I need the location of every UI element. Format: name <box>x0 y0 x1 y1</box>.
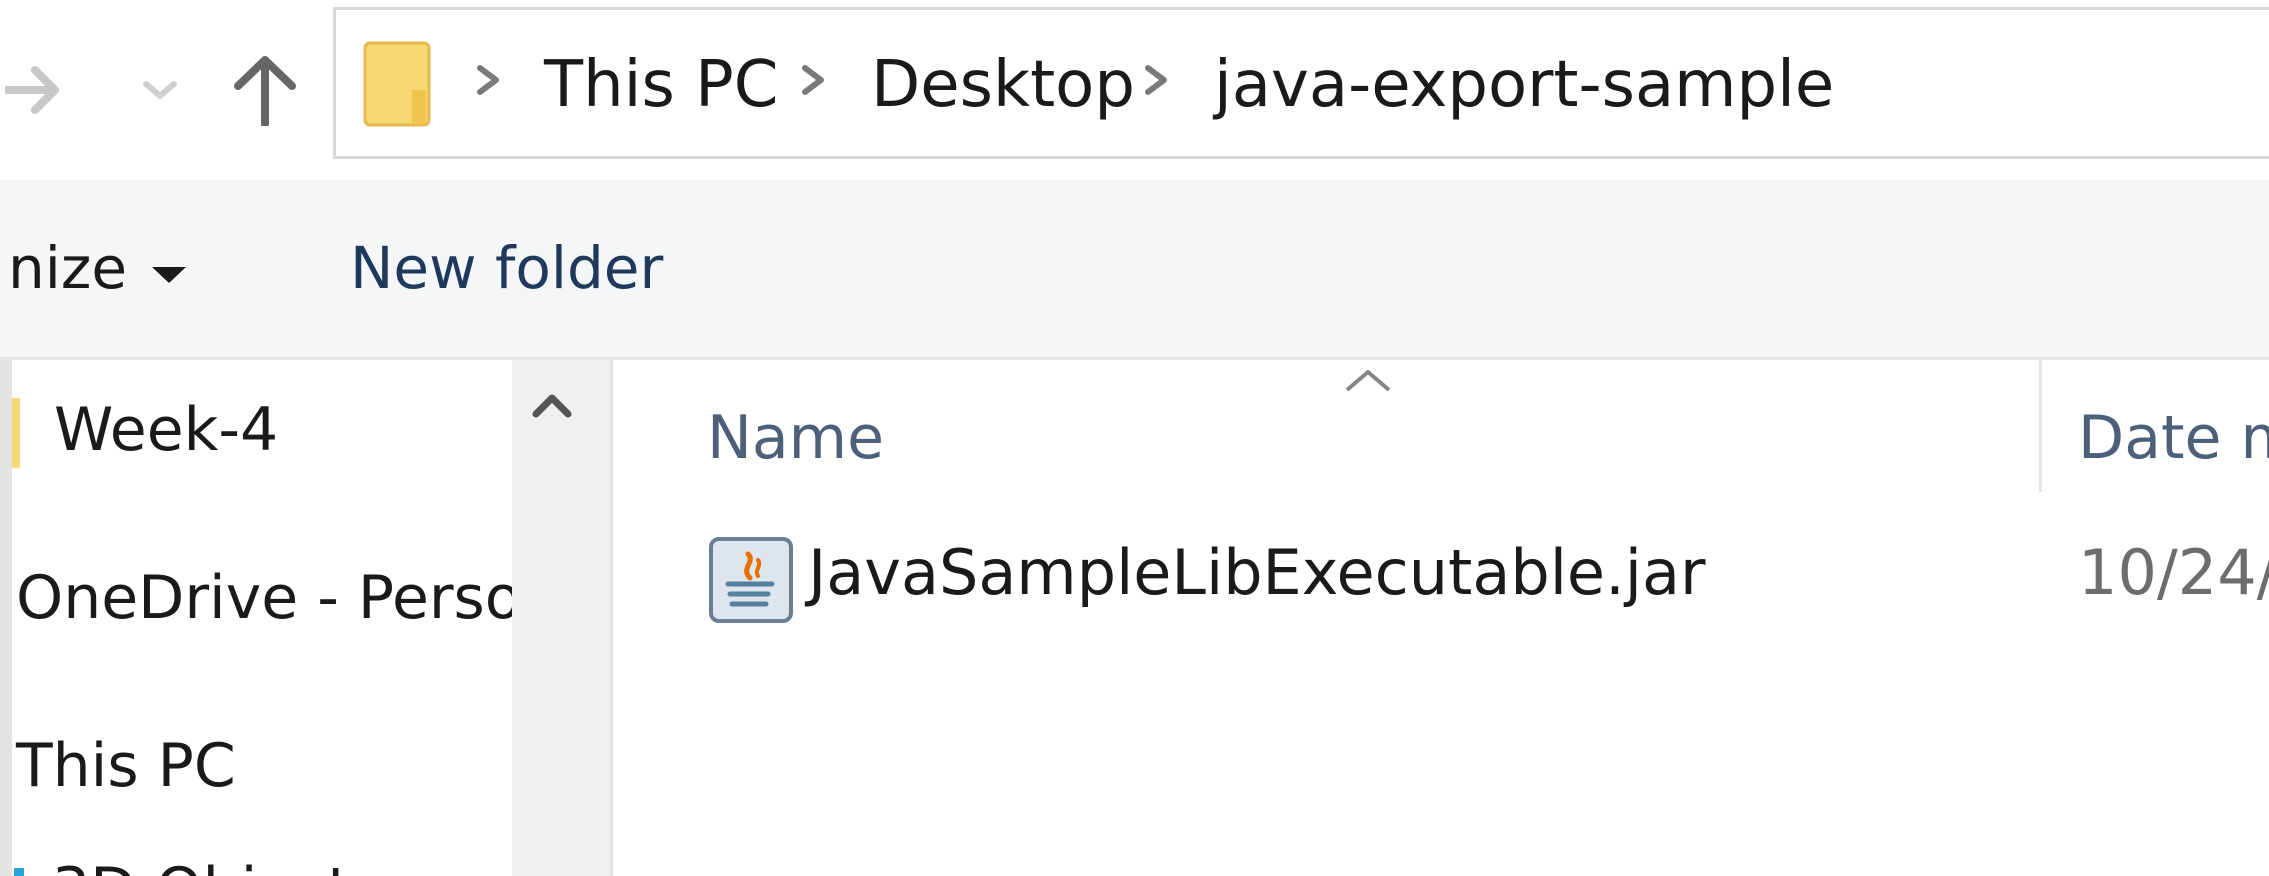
navigation-pane: Week-4 OneDrive - Persor This PC 3D Obje… <box>12 360 546 876</box>
up-button[interactable] <box>220 40 310 140</box>
breadcrumb-this-pc[interactable]: This PC <box>544 45 778 125</box>
breadcrumb-desktop[interactable]: Desktop <box>871 45 1135 125</box>
organize-button[interactable]: nize <box>8 228 127 308</box>
file-list: Name Date m JavaSampleLibExecutable.jar … <box>613 360 2269 876</box>
column-divider[interactable] <box>2039 360 2042 492</box>
file-row[interactable]: JavaSampleLibExecutable.jar 10/24/. <box>613 528 2269 623</box>
forward-button[interactable] <box>0 40 70 140</box>
command-bar: nize New folder <box>0 180 2269 360</box>
address-bar[interactable]: This PC Desktop java-export-sample <box>333 7 2269 159</box>
up-arrow-icon <box>234 56 296 126</box>
pane-splitter[interactable] <box>594 360 613 876</box>
nav-item-week-4[interactable]: Week-4 <box>54 390 278 470</box>
nav-item-onedrive[interactable]: OneDrive - Persor <box>16 558 546 638</box>
chevron-down-icon <box>143 81 177 99</box>
nav-item-this-pc[interactable]: This PC <box>16 726 236 806</box>
folder-icon <box>363 41 431 127</box>
chevron-up-icon[interactable] <box>532 390 572 420</box>
file-name[interactable]: JavaSampleLibExecutable.jar <box>808 533 1706 613</box>
chevron-right-icon <box>477 65 499 95</box>
dropdown-arrow-icon[interactable] <box>150 265 188 285</box>
jar-file-icon <box>709 537 793 623</box>
nav-pane-scrollbar[interactable] <box>512 360 594 876</box>
chevron-right-icon <box>802 65 824 95</box>
forward-arrow-icon <box>5 66 59 114</box>
new-folder-button[interactable]: New folder <box>350 228 663 308</box>
nav-item-3d-objects[interactable]: 3D Objects <box>52 850 382 876</box>
3d-objects-icon <box>14 868 24 876</box>
navigation-bar: This PC Desktop java-export-sample <box>0 0 2269 180</box>
file-date-modified: 10/24/. <box>2078 536 2269 609</box>
chevron-right-icon <box>1145 65 1167 95</box>
column-header-date-modified[interactable]: Date m <box>2078 398 2269 478</box>
recent-locations-button[interactable] <box>130 40 190 140</box>
breadcrumb-current-folder[interactable]: java-export-sample <box>1214 45 1834 125</box>
folder-icon <box>12 398 20 468</box>
column-header-name[interactable]: Name <box>707 398 884 478</box>
chevron-up-icon <box>1345 370 1391 392</box>
